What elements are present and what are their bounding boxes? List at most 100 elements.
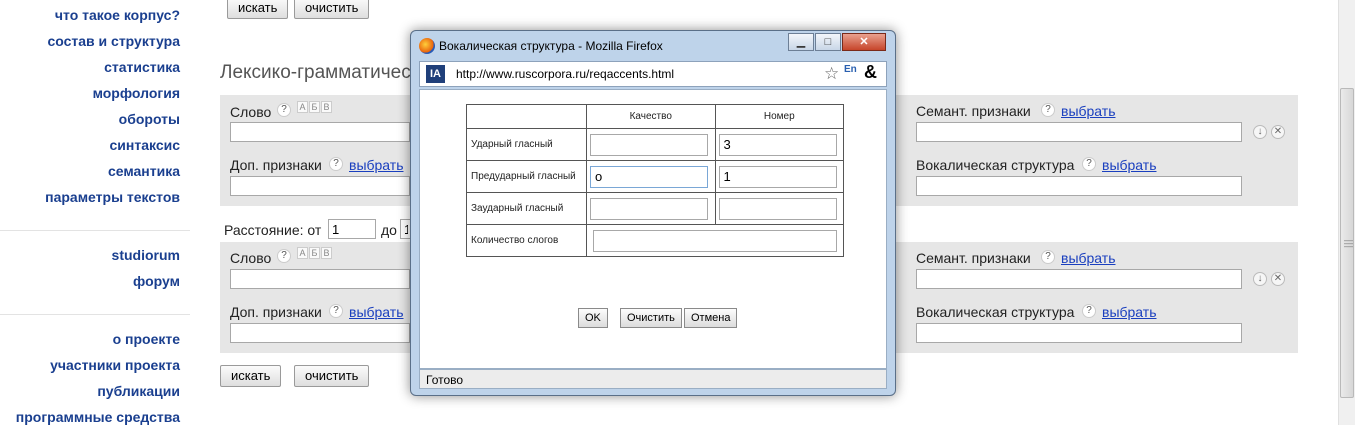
help-icon[interactable]: ? (277, 103, 291, 117)
vocal-structure-choose-link[interactable]: выбрать (1102, 304, 1157, 320)
extra-features-input[interactable] (230, 323, 410, 343)
vocal-structure-input[interactable] (916, 323, 1242, 343)
bookmark-star-icon[interactable]: ☆ (824, 64, 839, 84)
extra-features-input[interactable] (230, 176, 410, 196)
clear-button-top[interactable]: очистить (294, 0, 370, 19)
cell (586, 128, 716, 161)
header-number: Номер (714, 104, 844, 129)
ok-button[interactable]: OK (578, 308, 608, 328)
stressed-quality-input[interactable] (590, 133, 708, 156)
extra-features-choose-link[interactable]: выбрать (349, 157, 404, 173)
vocal-structure-table: Качество Номер Ударный гласный Предударн… (466, 104, 844, 257)
arrow-down-icon[interactable]: ↓ (1253, 272, 1267, 286)
distance-from-input[interactable] (328, 219, 376, 239)
vocal-structure-choose-link[interactable]: выбрать (1102, 157, 1157, 173)
row-label-posttonic: Заударный гласный (466, 192, 587, 225)
arrow-down-icon[interactable]: ↓ (1253, 125, 1267, 139)
table-row: Ударный гласный (466, 128, 844, 161)
popup-clear-button[interactable]: Очистить (620, 308, 682, 328)
nav-divider (0, 314, 190, 315)
nav-about[interactable]: о проекте (113, 331, 180, 347)
nav-morphology[interactable]: морфология (93, 85, 180, 101)
popup-content: Качество Номер Ударный гласный Предударн… (419, 89, 887, 369)
nav-participants[interactable]: участники проекта (50, 357, 180, 373)
ampersand-icon[interactable]: & (864, 62, 877, 83)
cancel-button[interactable]: Отмена (684, 308, 738, 328)
grip-icon: — — — (1344, 235, 1353, 251)
url-text[interactable]: http://www.ruscorpora.ru/reqaccents.html (456, 67, 674, 81)
scrollbar-thumb[interactable]: — — — (1340, 88, 1354, 398)
nav-syntax[interactable]: синтаксис (110, 137, 181, 153)
abv-buttons[interactable]: АБВ (297, 247, 333, 259)
status-bar: Готово (419, 369, 887, 389)
close-icon[interactable]: ✕ (1271, 272, 1285, 286)
nav-studiorum[interactable]: studiorum (112, 247, 180, 263)
page-scrollbar[interactable]: — — — (1338, 0, 1355, 425)
nav-what-is-corpus[interactable]: что такое корпус? (55, 7, 180, 23)
nav-text-params[interactable]: параметры текстов (45, 189, 180, 205)
pretonic-quality-input[interactable] (590, 165, 708, 188)
vocal-structure-popup-window: Вокалическая структура - Mozilla Firefox… (410, 30, 896, 396)
extra-features-label: Доп. признаки (230, 157, 322, 173)
nav-phrases[interactable]: обороты (119, 111, 180, 127)
help-icon[interactable]: ? (1041, 250, 1055, 264)
row-label-pretonic: Предударный гласный (466, 160, 587, 193)
cell (586, 160, 716, 193)
nav-publications[interactable]: публикации (97, 383, 180, 399)
cell (714, 192, 844, 225)
semant-choose-link[interactable]: выбрать (1061, 250, 1116, 266)
address-bar[interactable]: IA http://www.ruscorpora.ru/reqaccents.h… (419, 61, 887, 87)
maximize-icon[interactable]: □ (815, 33, 841, 51)
nav-forum[interactable]: форум (133, 273, 180, 289)
stressed-number-input[interactable] (718, 133, 837, 156)
table-row: Предударный гласный (466, 160, 844, 193)
cell (586, 192, 716, 225)
nav-composition[interactable]: состав и структура (47, 33, 180, 49)
semant-input[interactable] (916, 269, 1242, 289)
semant-input[interactable] (916, 122, 1242, 142)
abv-buttons[interactable]: АБВ (297, 101, 333, 113)
table-row: Количество слогов (466, 224, 844, 257)
distance-label: Расстояние: от (224, 222, 322, 238)
word-label: Слово (230, 104, 272, 120)
header-empty-cell (466, 104, 587, 129)
row-label-syllables: Количество слогов (466, 224, 587, 257)
nav-statistics[interactable]: статистика (104, 59, 180, 75)
search-button-top[interactable]: искать (227, 0, 289, 19)
vocal-structure-label: Вокалическая структура (916, 157, 1075, 173)
table-row: Заударный гласный (466, 192, 844, 225)
clear-button[interactable]: очистить (294, 365, 370, 387)
row-label-stressed: Ударный гласный (466, 128, 587, 161)
header-quality: Качество (586, 104, 716, 129)
pretonic-number-input[interactable] (718, 165, 837, 188)
distance-to-label: до (381, 222, 397, 238)
semant-choose-link[interactable]: выбрать (1061, 103, 1116, 119)
extra-features-choose-link[interactable]: выбрать (349, 304, 404, 320)
close-icon[interactable]: ✕ (1271, 125, 1285, 139)
nav-semantics[interactable]: семантика (108, 163, 180, 179)
posttonic-quality-input[interactable] (590, 197, 708, 220)
semant-label: Семант. признаки (916, 250, 1031, 266)
word-label: Слово (230, 250, 272, 266)
help-icon[interactable]: ? (329, 157, 343, 171)
help-icon[interactable]: ? (1041, 103, 1055, 117)
word-input[interactable] (230, 122, 410, 142)
help-icon[interactable]: ? (277, 249, 291, 263)
nav-software[interactable]: программные средства (16, 409, 180, 425)
vocal-structure-label: Вокалическая структура (916, 304, 1075, 320)
nav-divider (0, 230, 190, 231)
cell (714, 128, 844, 161)
help-icon[interactable]: ? (1082, 157, 1096, 171)
close-window-icon[interactable]: ✕ (842, 33, 886, 51)
firefox-logo-icon (419, 38, 435, 54)
word-input[interactable] (230, 269, 410, 289)
minimize-icon[interactable]: ▁ (788, 33, 814, 51)
language-icon[interactable]: En (844, 64, 857, 75)
syllables-input[interactable] (593, 229, 837, 252)
status-text: Готово (426, 373, 464, 387)
help-icon[interactable]: ? (329, 304, 343, 318)
help-icon[interactable]: ? (1082, 304, 1096, 318)
vocal-structure-input[interactable] (916, 176, 1242, 196)
posttonic-number-input[interactable] (718, 197, 837, 220)
search-button[interactable]: искать (220, 365, 282, 387)
